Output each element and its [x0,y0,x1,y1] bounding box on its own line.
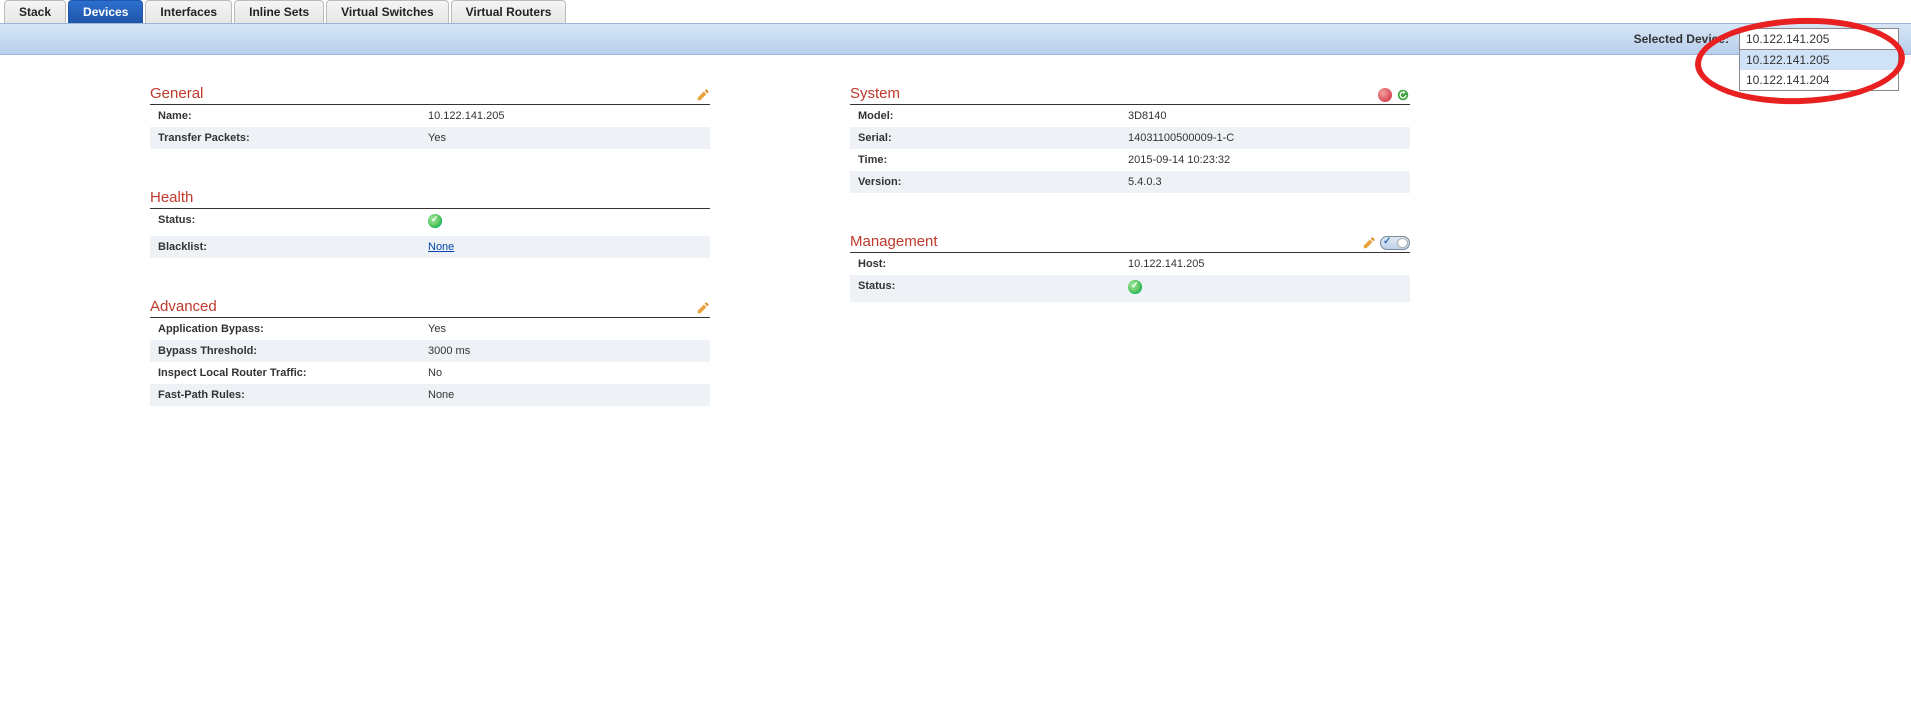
section-health: Health Status: Blacklist: None [150,189,710,258]
left-column: General Name: 10.122.141.205 Transfer Pa… [150,85,710,446]
tab-inline-sets[interactable]: Inline Sets [234,0,324,23]
label-time: Time: [858,154,1128,166]
selected-device-dropdown[interactable]: 10.122.141.205 [1739,28,1899,50]
value-version: 5.4.0.3 [1128,176,1402,188]
blacklist-link[interactable]: None [428,241,454,253]
device-option-0[interactable]: 10.122.141.205 [1740,50,1898,70]
row-app-bypass: Application Bypass: Yes [150,318,710,340]
tab-interfaces[interactable]: Interfaces [145,0,232,23]
value-transfer-packets: Yes [428,132,702,144]
selected-device-bar: Selected Device: 10.122.141.205 10.122.1… [0,23,1911,55]
label-health-status: Status: [158,214,428,231]
label-model: Model: [858,110,1128,122]
shutdown-icon[interactable] [1378,88,1392,102]
section-general: General Name: 10.122.141.205 Transfer Pa… [150,85,710,149]
label-transfer-packets: Transfer Packets: [158,132,428,144]
label-blacklist: Blacklist: [158,241,428,253]
row-version: Version: 5.4.0.3 [850,171,1410,193]
status-ok-icon [1128,280,1142,294]
pencil-icon[interactable] [696,301,710,315]
value-bypass-threshold: 3000 ms [428,345,702,357]
management-toggle[interactable] [1380,236,1410,250]
section-advanced: Advanced Application Bypass: Yes Bypass … [150,298,710,406]
row-model: Model: 3D8140 [850,105,1410,127]
content-area: General Name: 10.122.141.205 Transfer Pa… [0,55,1911,446]
value-health-status [428,214,702,231]
value-serial: 14031100500009-1-C [1128,132,1402,144]
pencil-icon[interactable] [696,88,710,102]
pencil-icon[interactable] [1362,236,1376,250]
right-column: System Model: 3D8140 Serial: 14031100500… [850,85,1410,446]
value-mgmt-status [1128,280,1402,297]
label-inspect-local: Inspect Local Router Traffic: [158,367,428,379]
row-inspect-local: Inspect Local Router Traffic: No [150,362,710,384]
section-title-general: General [150,85,203,102]
label-host: Host: [858,258,1128,270]
label-name: Name: [158,110,428,122]
value-host: 10.122.141.205 [1128,258,1402,270]
label-app-bypass: Application Bypass: [158,323,428,335]
value-inspect-local: No [428,367,702,379]
label-fast-path: Fast-Path Rules: [158,389,428,401]
device-option-1[interactable]: 10.122.141.204 [1740,70,1898,90]
tab-bar: Stack Devices Interfaces Inline Sets Vir… [0,0,1911,23]
value-app-bypass: Yes [428,323,702,335]
tab-virtual-switches[interactable]: Virtual Switches [326,0,448,23]
section-title-advanced: Advanced [150,298,217,315]
label-mgmt-status: Status: [858,280,1128,297]
status-ok-icon [428,214,442,228]
value-model: 3D8140 [1128,110,1402,122]
row-health-status: Status: [150,209,710,236]
tab-stack[interactable]: Stack [4,0,66,23]
section-management: Management Host: 10.122.141.205 Status: [850,233,1410,302]
value-name: 10.122.141.205 [428,110,702,122]
label-version: Version: [858,176,1128,188]
row-time: Time: 2015-09-14 10:23:32 [850,149,1410,171]
tab-devices[interactable]: Devices [68,0,143,23]
label-bypass-threshold: Bypass Threshold: [158,345,428,357]
section-title-management: Management [850,233,938,250]
restart-icon[interactable] [1396,88,1410,102]
row-serial: Serial: 14031100500009-1-C [850,127,1410,149]
selected-device-label: Selected Device: [1634,32,1729,46]
section-title-system: System [850,85,900,102]
section-title-health: Health [150,189,193,206]
row-bypass-threshold: Bypass Threshold: 3000 ms [150,340,710,362]
row-host: Host: 10.122.141.205 [850,253,1410,275]
label-serial: Serial: [858,132,1128,144]
row-name: Name: 10.122.141.205 [150,105,710,127]
row-blacklist: Blacklist: None [150,236,710,258]
section-system: System Model: 3D8140 Serial: 14031100500… [850,85,1410,193]
value-fast-path: None [428,389,702,401]
row-transfer-packets: Transfer Packets: Yes [150,127,710,149]
tab-virtual-routers[interactable]: Virtual Routers [451,0,567,23]
row-mgmt-status: Status: [850,275,1410,302]
row-fast-path: Fast-Path Rules: None [150,384,710,406]
selected-device-options: 10.122.141.205 10.122.141.204 [1739,50,1899,91]
value-time: 2015-09-14 10:23:32 [1128,154,1402,166]
